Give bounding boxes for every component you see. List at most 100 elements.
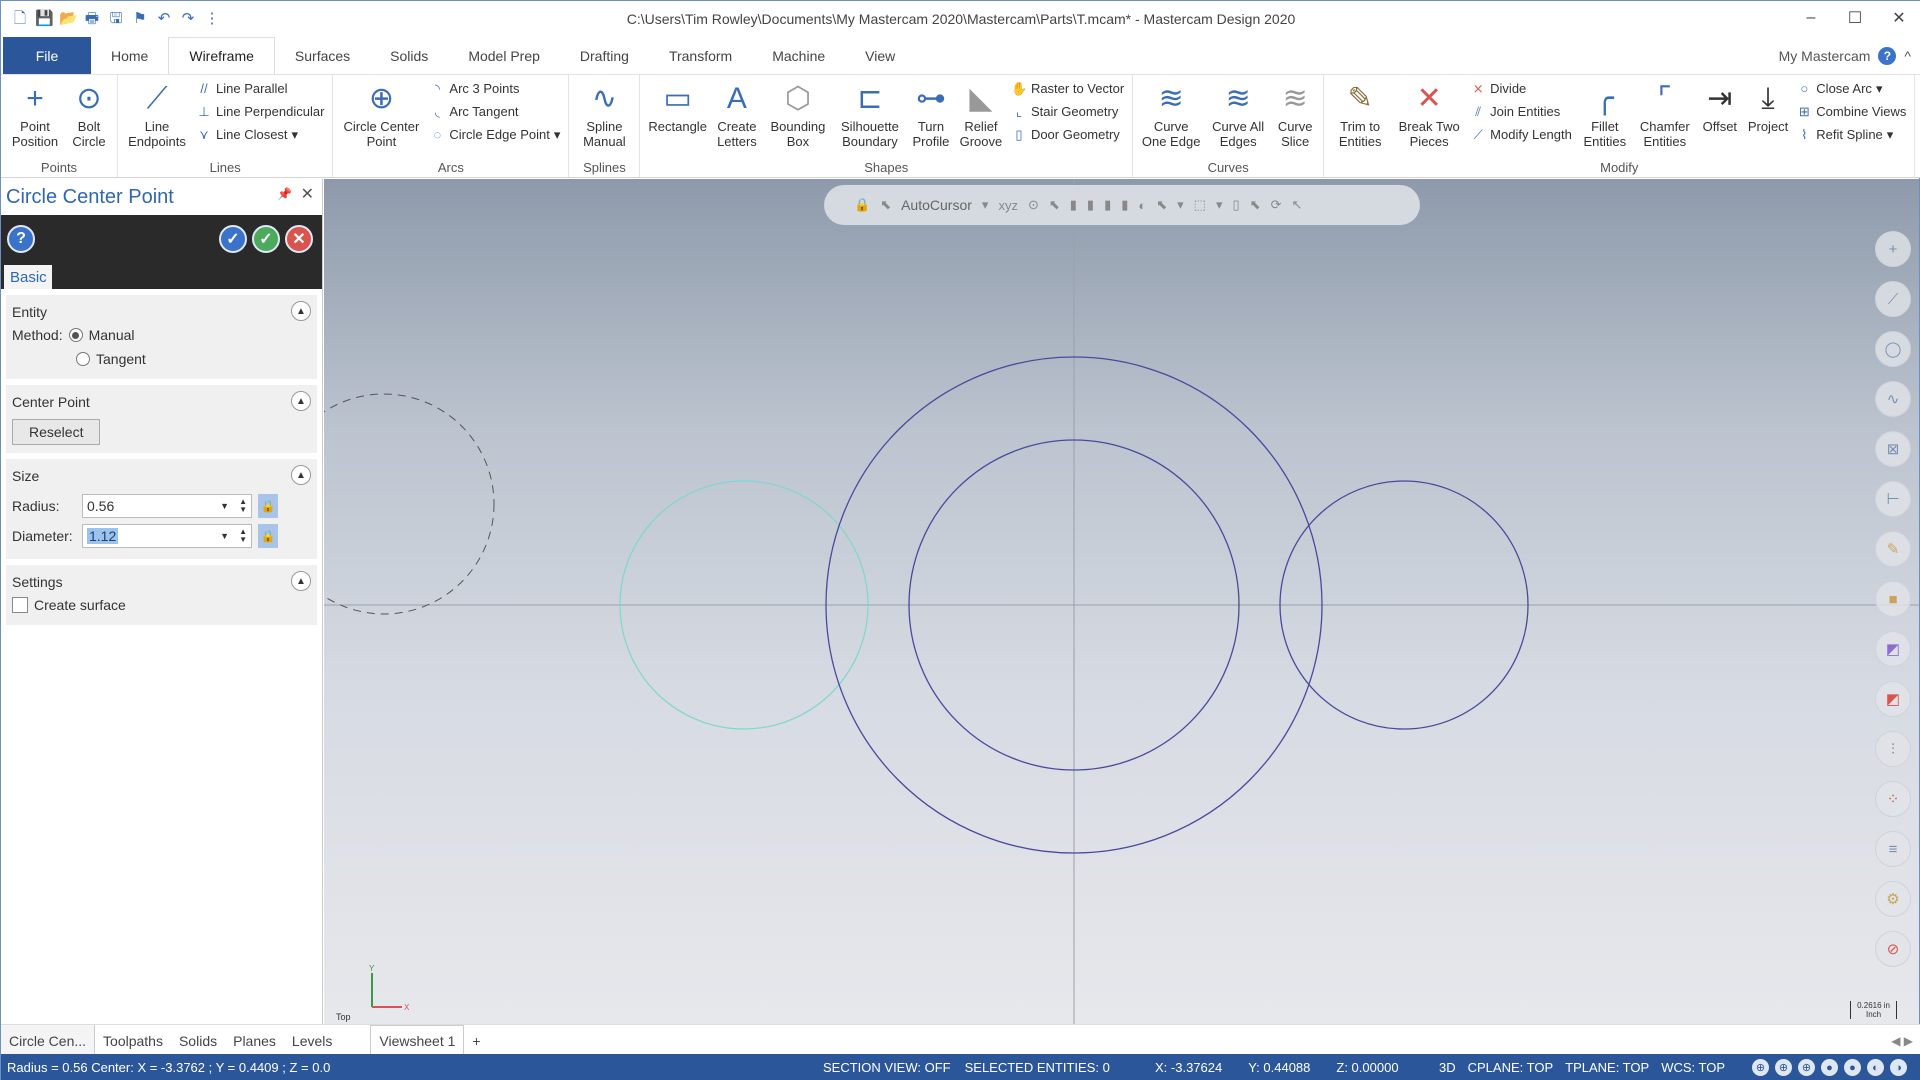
refresh-icon[interactable]: ⟳ xyxy=(1271,197,1282,213)
diameter-field[interactable]: 1.12 ▼ ▲ ▼ xyxy=(82,524,252,548)
tab-scroll-arrows-icon[interactable]: ◀ ▶ xyxy=(1891,1034,1920,1048)
curve-one-edge-button[interactable]: ≋ Curve One Edge xyxy=(1137,77,1205,157)
manual-radio[interactable] xyxy=(68,328,83,342)
globe-view-3-icon[interactable]: ⊕ xyxy=(1798,1059,1815,1076)
half-shaded-icon[interactable]: ◐ xyxy=(1867,1059,1884,1076)
tplane-status[interactable]: TPLANE: TOP xyxy=(1565,1060,1649,1075)
undo-icon[interactable]: ↶ xyxy=(155,10,173,28)
3d-mode-toggle[interactable]: 3D xyxy=(1439,1060,1456,1075)
verify-icon[interactable]: ▯ xyxy=(1233,197,1240,213)
tab-surfaces[interactable]: Surfaces xyxy=(275,37,370,74)
refit-spline-button[interactable]: ⌇ Refit Spline ▾ xyxy=(1796,125,1906,144)
select-dimensions-icon[interactable]: ⊢ xyxy=(1875,481,1911,517)
select-surfaces-icon[interactable]: ⊠ xyxy=(1875,431,1911,467)
xyz-icon[interactable]: xyz xyxy=(998,198,1018,213)
collapse-ribbon-icon[interactable]: ^ xyxy=(1904,48,1911,64)
customize-qat-icon[interactable]: ⋮ xyxy=(203,10,221,28)
tab-machine[interactable]: Machine xyxy=(752,37,845,74)
z-coordinate[interactable]: Z: 0.00000 xyxy=(1336,1060,1398,1075)
tab-file[interactable]: File xyxy=(3,37,91,74)
fillet-entities-button[interactable]: ╭ Fillet Entities xyxy=(1576,77,1634,157)
dropdown-arrow-icon[interactable]: ▾ xyxy=(1177,197,1184,213)
create-surface-checkbox[interactable] xyxy=(12,597,28,613)
select-all-icon[interactable]: ⬉ xyxy=(1250,197,1261,213)
graphics-viewport[interactable]: 🔒 ⬉ AutoCursor ▾ xyz ⊙ ⬉ ▮ ▮ ▮ ▮ ◐ ⬉ ▾ ⬚… xyxy=(324,179,1919,1024)
arc-tangent-button[interactable]: ◟ Arc Tangent xyxy=(429,102,560,121)
combine-views-button[interactable]: ⊞ Combine Views xyxy=(1796,102,1907,121)
bounding-box-button[interactable]: ⬡ Bounding Box xyxy=(763,77,833,157)
line-closest-button[interactable]: ⋎ Line Closest ▾ xyxy=(196,125,324,144)
add-viewsheet-button[interactable]: + xyxy=(464,1025,488,1057)
tab-toolpaths[interactable]: Toolpaths xyxy=(95,1025,171,1057)
stair-geometry-button[interactable]: ⌞ Stair Geometry xyxy=(1011,102,1124,121)
cursor-select-icon[interactable]: ⬉ xyxy=(880,197,891,213)
cplane-status[interactable]: CPLANE: TOP xyxy=(1468,1060,1554,1075)
section-view-status[interactable]: SECTION VIEW: OFF xyxy=(823,1060,951,1075)
circle-center-point-button[interactable]: ⊕ Circle Center Point xyxy=(337,77,425,157)
select-results-icon[interactable]: ⁘ xyxy=(1875,781,1911,817)
silhouette-boundary-button[interactable]: ⊏ Silhouette Boundary xyxy=(833,77,907,157)
my-mastercam-link[interactable]: My Mastercam xyxy=(1779,48,1871,64)
globe-view-icon[interactable]: ⊕ xyxy=(1752,1059,1769,1076)
offset-button[interactable]: ⇥ Offset xyxy=(1696,77,1744,157)
select-icon[interactable]: ⬉ xyxy=(1049,197,1060,213)
curve-all-edges-button[interactable]: ≋ Curve All Edges xyxy=(1205,77,1271,157)
circle-edge-point-button[interactable]: ◌ Circle Edge Point ▾ xyxy=(429,125,561,144)
pin-icon[interactable]: 📌 xyxy=(277,187,292,201)
create-letters-button[interactable]: A Create Letters xyxy=(711,77,763,157)
help-button[interactable]: ? xyxy=(7,225,35,253)
bolt-circle-button[interactable]: ⊙ Bolt Circle xyxy=(65,77,113,157)
trim-to-entities-button[interactable]: ✎ Trim to Entities xyxy=(1328,77,1392,157)
point-snap-icon[interactable]: ⊙ xyxy=(1028,197,1039,213)
chamfer-entities-button[interactable]: ⌜ Chamfer Entities xyxy=(1634,77,1696,157)
point-position-button[interactable]: + Point Position xyxy=(5,77,65,157)
solid-select-icon[interactable]: ▮ xyxy=(1070,197,1077,213)
select-gear-icon[interactable]: ⚙ xyxy=(1875,881,1911,917)
line-perpendicular-button[interactable]: ⊥ Line Perpendicular xyxy=(196,102,324,121)
ok-button[interactable]: ✓ xyxy=(252,225,280,253)
open-folder-icon[interactable]: 📂 xyxy=(59,10,78,28)
lock-icon[interactable]: 🔒 xyxy=(854,197,870,213)
spinner-icon[interactable]: ▲ ▼ xyxy=(239,528,247,544)
tab-solids[interactable]: Solids xyxy=(370,37,448,74)
select-color-icon[interactable]: ◩ xyxy=(1875,631,1911,667)
dropdown-arrow-icon[interactable]: ▾ xyxy=(982,197,989,213)
tab-solids-manager[interactable]: Solids xyxy=(171,1025,225,1057)
break-two-pieces-button[interactable]: ✕ Break Two Pieces xyxy=(1392,77,1466,157)
raster-to-vector-button[interactable]: ✋ Raster to Vector xyxy=(1011,79,1124,98)
ok-and-create-new-button[interactable]: ✓ xyxy=(219,225,247,253)
collapse-center-point-icon[interactable]: ▲ xyxy=(291,391,311,411)
tab-view[interactable]: View xyxy=(845,37,915,74)
minimize-button[interactable]: – xyxy=(1789,1,1833,35)
reselect-button[interactable]: Reselect xyxy=(12,419,101,445)
dropdown-arrow-icon[interactable]: ▼ xyxy=(220,501,229,511)
arc-3-points-button[interactable]: ◝ Arc 3 Points xyxy=(429,79,560,98)
dropdown-arrow-icon[interactable]: ▼ xyxy=(220,531,229,541)
select-level-icon[interactable]: ◩ xyxy=(1875,681,1911,717)
wireframe-sphere-icon[interactable]: ● xyxy=(1844,1059,1861,1076)
wcs-status[interactable]: WCS: TOP xyxy=(1661,1060,1725,1075)
line-parallel-button[interactable]: //Line Parallel xyxy=(196,79,324,98)
radius-field[interactable]: 0.56 ▼ ▲ ▼ xyxy=(82,494,252,518)
dropdown-arrow-icon[interactable]: ▾ xyxy=(1216,197,1223,213)
tab-circle-center[interactable]: Circle Cen... xyxy=(1,1024,96,1057)
relief-groove-button[interactable]: ◣ Relief Groove xyxy=(955,77,1007,157)
select-arcs-icon[interactable]: ◯ xyxy=(1875,331,1911,367)
join-entities-button[interactable]: ⫽ Join Entities xyxy=(1470,102,1572,121)
select-wireframe-icon[interactable]: ✎ xyxy=(1875,531,1911,567)
collapse-entity-icon[interactable]: ▲ xyxy=(291,301,311,321)
close-button[interactable]: ✕ xyxy=(1877,1,1920,35)
select-splines-icon[interactable]: ∿ xyxy=(1875,381,1911,417)
tab-home[interactable]: Home xyxy=(91,37,168,74)
tab-transform[interactable]: Transform xyxy=(649,37,752,74)
collapse-settings-icon[interactable]: ▲ xyxy=(291,571,311,591)
door-geometry-button[interactable]: ▯ Door Geometry xyxy=(1011,125,1124,144)
globe-view-2-icon[interactable]: ⊕ xyxy=(1775,1059,1792,1076)
select-meshes-icon[interactable]: ≡ xyxy=(1875,831,1911,867)
panel-close-icon[interactable]: ✕ xyxy=(301,184,314,204)
rectangle-button[interactable]: ▭ Rectangle xyxy=(644,77,711,157)
line-endpoints-button[interactable]: ⟋ Line Endpoints xyxy=(122,77,192,157)
face-select-icon[interactable]: ▮ xyxy=(1087,197,1094,213)
print-icon[interactable]: 🖶 xyxy=(83,10,101,28)
tab-levels[interactable]: Levels xyxy=(284,1025,340,1057)
